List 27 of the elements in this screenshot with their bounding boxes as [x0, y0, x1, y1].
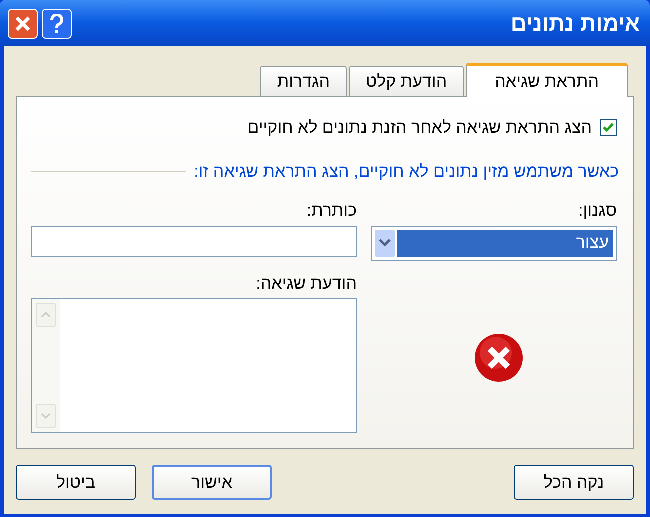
chevron-down-icon	[41, 413, 51, 419]
checkbox-label: הצג התראת שגיאה לאחר הזנת נתונים לא חוקיים	[248, 117, 592, 139]
close-button[interactable]	[8, 9, 38, 39]
help-button[interactable]	[42, 9, 72, 39]
tab[interactable]: הודעת קלט	[349, 66, 464, 96]
help-icon	[50, 14, 64, 34]
style-label: סגנון:	[577, 200, 617, 222]
title-label: כותרת:	[306, 200, 357, 222]
dropdown-value: עצור	[397, 230, 613, 256]
chevron-up-icon	[41, 312, 51, 318]
chevron-down-icon	[379, 239, 391, 247]
window-title: אימות נתונים	[510, 10, 640, 38]
checkbox[interactable]	[600, 119, 617, 136]
dropdown-button[interactable]	[375, 230, 395, 256]
error-message-field[interactable]	[31, 298, 357, 433]
close-icon	[14, 15, 32, 33]
cancel-button[interactable]: ביטול	[16, 465, 136, 500]
style-dropdown[interactable]: עצור	[371, 226, 617, 260]
error-icon	[474, 332, 524, 383]
title-field[interactable]	[31, 226, 357, 256]
ok-button[interactable]: אישור	[152, 465, 272, 500]
clear-all-button[interactable]: נקה הכל	[514, 465, 634, 500]
tab[interactable]: התראת שגיאה	[466, 63, 628, 97]
scrollbar[interactable]	[32, 299, 60, 432]
group-label: כאשר משתמש מזין נתונים לא חוקיים, הצג התראת שגיאה זו:	[194, 160, 619, 182]
tab[interactable]: הגדרות	[260, 66, 348, 96]
error-message-label: הודעת שגיאה:	[255, 272, 357, 294]
